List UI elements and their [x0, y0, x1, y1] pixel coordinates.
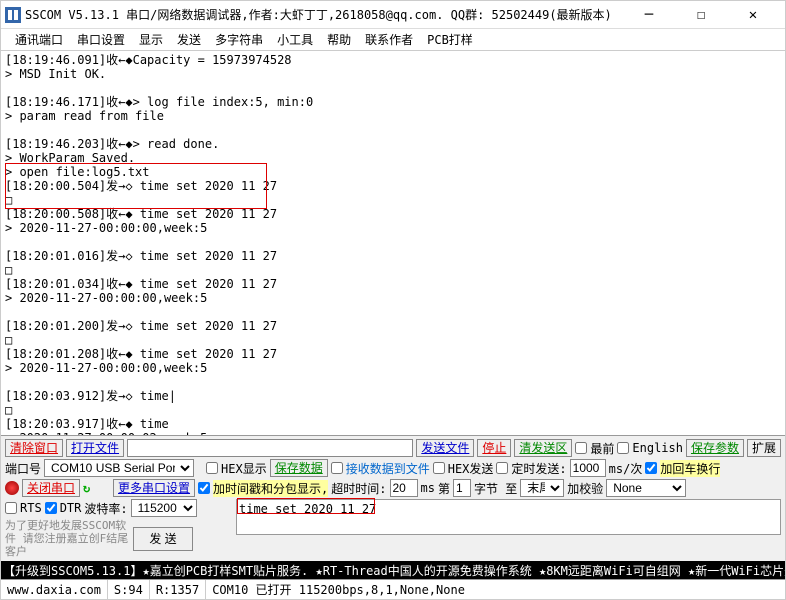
checksum-select[interactable]: None	[606, 479, 686, 497]
status-info: COM10 已打开 115200bps,8,1,None,None	[206, 580, 785, 599]
clear-window-button[interactable]: 清除窗口	[5, 439, 63, 457]
menu-send[interactable]: 发送	[171, 31, 207, 48]
addcheck-label: 加校验	[567, 480, 603, 497]
menu-port[interactable]: 通讯端口	[9, 31, 69, 48]
status-url: www.daxia.com	[1, 580, 108, 599]
addcrlf-checkbox[interactable]	[645, 462, 657, 474]
send-button[interactable]: 发 送	[133, 527, 193, 551]
english-checkbox[interactable]	[617, 442, 629, 454]
timestamp-label: 加时间戳和分包显示,	[213, 480, 328, 497]
more-settings-button[interactable]: 更多串口设置	[113, 479, 195, 497]
ms-label: ms	[421, 481, 435, 495]
window-title: SSCOM V5.13.1 串口/网络数据调试器,作者:大虾丁丁,2618058…	[25, 6, 621, 23]
rts-checkbox[interactable]	[5, 502, 17, 514]
menu-serial-settings[interactable]: 串口设置	[71, 31, 131, 48]
maximize-button[interactable]: ☐	[681, 3, 721, 27]
menubar: 通讯端口 串口设置 显示 发送 多字符串 小工具 帮助 联系作者 PCB打样	[1, 29, 785, 51]
close-port-button[interactable]: 关闭串口	[22, 479, 80, 497]
timedsend-checkbox[interactable]	[496, 462, 508, 474]
menu-contact[interactable]: 联系作者	[359, 31, 419, 48]
interval-unit: ms/次	[609, 460, 643, 477]
status-recv: R:1357	[150, 580, 206, 599]
refresh-icon[interactable]: ↻	[83, 481, 97, 495]
app-icon	[5, 7, 21, 23]
port-select[interactable]: COM10 USB Serial Port	[44, 459, 194, 477]
timeout-input[interactable]	[390, 479, 418, 497]
menu-multistring[interactable]: 多字符串	[209, 31, 269, 48]
control-panel: 清除窗口 打开文件 发送文件 停止 清发送区 最前 English 保存参数 扩…	[1, 435, 785, 561]
nth-input[interactable]	[453, 479, 471, 497]
baud-select[interactable]: 115200	[131, 499, 197, 517]
port-label: 端口号	[5, 460, 41, 477]
expand-button[interactable]: 扩展	[747, 439, 781, 457]
send-file-button[interactable]: 发送文件	[416, 439, 474, 457]
timestamp-checkbox[interactable]	[198, 482, 210, 494]
hexsend-label: HEX发送	[448, 460, 494, 477]
topmost-checkbox[interactable]	[575, 442, 587, 454]
clear-send-button[interactable]: 清发送区	[514, 439, 572, 457]
addcrlf-label: 加回车换行	[660, 460, 720, 477]
timedsend-label: 定时发送:	[511, 460, 566, 477]
menu-display[interactable]: 显示	[133, 31, 169, 48]
hexshow-label: HEX显示	[221, 460, 267, 477]
open-file-button[interactable]: 打开文件	[66, 439, 124, 457]
dtr-label: DTR	[60, 501, 82, 515]
hexsend-checkbox[interactable]	[433, 462, 445, 474]
baud-label: 波特率:	[84, 500, 127, 517]
timeout-label: 超时时间:	[331, 480, 386, 497]
promo-note: 为了更好地发展SSCOM软件 请您注册嘉立创F结尾客户	[5, 519, 129, 558]
nth-label: 第	[438, 480, 450, 497]
bytes-to-label: 字节 至	[474, 480, 517, 497]
menu-help[interactable]: 帮助	[321, 31, 357, 48]
dtr-checkbox[interactable]	[45, 502, 57, 514]
recvtofile-label: 接收数据到文件	[346, 460, 430, 477]
close-button[interactable]: ✕	[733, 3, 773, 27]
interval-input[interactable]	[570, 459, 606, 477]
save-data-button[interactable]: 保存数据	[270, 459, 328, 477]
file-path-input[interactable]	[127, 439, 413, 457]
stop-button[interactable]: 停止	[477, 439, 511, 457]
statusbar: www.daxia.com S:94 R:1357 COM10 已打开 1152…	[1, 579, 785, 599]
rts-label: RTS	[20, 501, 42, 515]
recvtofile-checkbox[interactable]	[331, 462, 343, 474]
titlebar: SSCOM V5.13.1 串口/网络数据调试器,作者:大虾丁丁,2618058…	[1, 1, 785, 29]
end-select[interactable]: 末尾	[520, 479, 564, 497]
log-output[interactable]: [18:19:46.091]收←◆Capacity = 15973974528 …	[1, 51, 785, 435]
menu-pcb[interactable]: PCB打样	[421, 31, 479, 48]
status-sent: S:94	[108, 580, 150, 599]
record-icon	[5, 481, 19, 495]
topmost-label: 最前	[590, 440, 614, 457]
send-textarea[interactable]: time set 2020 11 27	[236, 499, 781, 535]
menu-tools[interactable]: 小工具	[271, 31, 319, 48]
english-label: English	[632, 441, 683, 455]
hexshow-checkbox[interactable]	[206, 462, 218, 474]
save-params-button[interactable]: 保存参数	[686, 439, 744, 457]
minimize-button[interactable]: ─	[629, 3, 669, 27]
ad-bar: 【升级到SSCOM5.13.1】★嘉立创PCB打样SMT贴片服务. ★RT-Th…	[1, 561, 785, 579]
